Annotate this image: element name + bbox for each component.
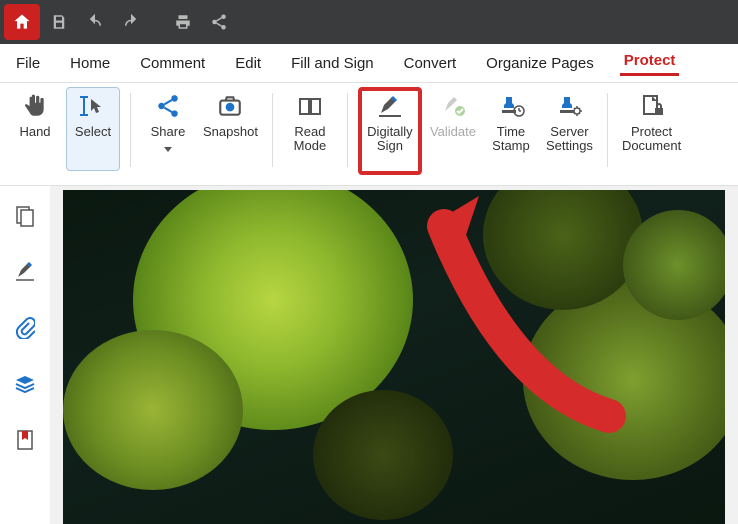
ribbon-divider-2 (272, 93, 273, 167)
tab-file[interactable]: File (12, 53, 44, 74)
digitally-sign-label: Digitally Sign (367, 125, 413, 153)
save-icon (50, 13, 68, 31)
tab-organize-pages[interactable]: Organize Pages (482, 53, 598, 74)
print-button[interactable] (166, 5, 200, 39)
redo-button[interactable] (114, 5, 148, 39)
sidebar-bookmarks[interactable] (13, 428, 37, 452)
validate-icon (439, 93, 467, 119)
share-label: Share (151, 125, 186, 139)
sidebar-sign[interactable] (13, 260, 37, 284)
document-page (63, 190, 725, 524)
ribbon-divider-4 (607, 93, 608, 167)
redo-icon (122, 13, 140, 31)
time-stamp-label: Time Stamp (492, 125, 530, 153)
read-mode-tool[interactable]: Read Mode (283, 87, 337, 171)
select-icon (78, 93, 108, 119)
tab-fill-and-sign[interactable]: Fill and Sign (287, 53, 378, 74)
home-button[interactable] (4, 4, 40, 40)
ribbon-divider-3 (347, 93, 348, 167)
undo-button[interactable] (78, 5, 112, 39)
content-area (0, 186, 738, 524)
sidebar-pages[interactable] (13, 204, 37, 228)
bookmark-icon (16, 429, 34, 451)
protect-document-label: Protect Document (622, 125, 681, 153)
select-label: Select (75, 125, 111, 139)
validate-tool[interactable]: Validate (426, 87, 480, 171)
tab-home[interactable]: Home (66, 53, 114, 74)
stamp-clock-icon (497, 93, 525, 119)
validate-label: Validate (430, 125, 476, 139)
share-caret-icon (164, 147, 172, 152)
tab-protect[interactable]: Protect (620, 50, 680, 76)
share-icon (210, 13, 228, 31)
sidebar-layers[interactable] (13, 372, 37, 396)
print-icon (174, 13, 192, 31)
hand-label: Hand (19, 125, 50, 139)
ribbon-divider-1 (130, 93, 131, 167)
hand-icon (22, 93, 48, 119)
server-settings-tool[interactable]: Server Settings (542, 87, 597, 171)
digitally-sign-tool[interactable]: Digitally Sign (358, 87, 422, 175)
snapshot-tool[interactable]: Snapshot (199, 87, 262, 171)
tab-edit[interactable]: Edit (231, 53, 265, 74)
server-settings-label: Server Settings (546, 125, 593, 153)
share-ribbon-icon (155, 93, 181, 119)
share-tool[interactable]: Share (141, 87, 195, 171)
camera-icon (216, 93, 244, 119)
read-mode-label: Read Mode (294, 125, 327, 153)
save-button[interactable] (42, 5, 76, 39)
home-icon (12, 12, 32, 32)
document-area[interactable] (50, 186, 738, 524)
paperclip-icon (15, 317, 35, 339)
sign-pen-icon (14, 262, 36, 282)
sidebar-attachments[interactable] (13, 316, 37, 340)
tab-bar: File Home Comment Edit Fill and Sign Con… (0, 44, 738, 83)
lock-document-icon (638, 93, 666, 119)
tab-comment[interactable]: Comment (136, 53, 209, 74)
stamp-gear-icon (555, 93, 583, 119)
sidebar (0, 186, 50, 524)
layers-icon (14, 374, 36, 394)
select-tool[interactable]: Select (66, 87, 120, 171)
book-icon (296, 93, 324, 119)
undo-icon (86, 13, 104, 31)
time-stamp-tool[interactable]: Time Stamp (484, 87, 538, 171)
protect-document-tool[interactable]: Protect Document (618, 87, 685, 171)
share-button-titlebar[interactable] (202, 5, 236, 39)
tab-convert[interactable]: Convert (400, 53, 461, 74)
pen-sign-icon (375, 93, 405, 119)
snapshot-label: Snapshot (203, 125, 258, 139)
titlebar (0, 0, 738, 44)
hand-tool[interactable]: Hand (8, 87, 62, 171)
pages-icon (15, 205, 35, 227)
ribbon: Hand Select Share Snapshot Read Mode Dig… (0, 83, 738, 186)
